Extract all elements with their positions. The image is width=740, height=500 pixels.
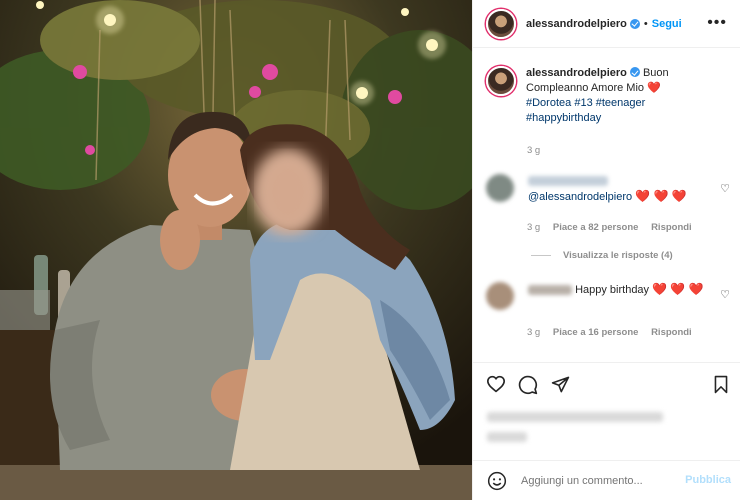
hashtag-13[interactable]: #13	[574, 97, 592, 109]
comment-mention[interactable]: @alessandrodelpiero	[528, 191, 632, 203]
post-header: alessandrodelpiero • Segui •••	[473, 0, 740, 48]
hearts-emoji: ❤️ ❤️ ❤️	[635, 189, 687, 203]
blurred-username[interactable]	[528, 285, 572, 296]
reply-button[interactable]: Rispondi	[651, 327, 692, 338]
blurred-likes-line	[487, 412, 663, 422]
comment-timestamp[interactable]: 3 g	[527, 222, 540, 233]
caption-timestamp[interactable]: 3 g	[527, 145, 540, 156]
emoji-smiley-icon[interactable]	[487, 471, 507, 491]
comment-bubble-icon[interactable]	[518, 375, 538, 395]
add-comment-bar: Pubblica	[473, 460, 740, 500]
commenter-avatar[interactable]	[486, 174, 514, 202]
like-comment-heart-icon[interactable]: ♡	[720, 288, 730, 301]
caption-text: alessandrodelpiero Buon Compleanno Amore…	[526, 66, 731, 126]
comment-item: Happy birthday ❤️ ❤️ ❤️	[486, 282, 731, 310]
action-bar	[473, 362, 740, 406]
caption-author[interactable]: alessandrodelpiero	[526, 67, 627, 79]
comment-message: Happy birthday	[575, 284, 650, 296]
post-sidebar: alessandrodelpiero • Segui ••• alessandr…	[472, 0, 740, 500]
red-heart-emoji: ❤️	[647, 82, 661, 94]
comment-input[interactable]	[521, 474, 681, 487]
reply-button[interactable]: Rispondi	[651, 222, 692, 233]
verified-badge-icon	[629, 18, 640, 29]
hashtag-teenager[interactable]: #teenager	[596, 97, 646, 109]
author-username[interactable]: alessandrodelpiero	[526, 18, 627, 30]
photo-illustration	[0, 0, 472, 500]
hashtag-happybirthday[interactable]: #happybirthday	[526, 112, 601, 124]
comment-timestamp[interactable]: 3 g	[527, 327, 540, 338]
like-heart-icon[interactable]	[486, 375, 506, 393]
blurred-username[interactable]	[528, 176, 608, 187]
caption-avatar[interactable]	[486, 66, 516, 96]
comment-text: @alessandrodelpiero ❤️ ❤️ ❤️	[528, 174, 687, 205]
comment-meta: 3 g Piace a 82 persone Rispondi	[527, 222, 702, 233]
separator-dot: •	[643, 17, 648, 30]
comment-meta: 3 g Piace a 16 persone Rispondi	[527, 327, 702, 338]
publish-button[interactable]: Pubblica	[685, 474, 731, 486]
view-replies-button[interactable]: Visualizza le risposte (4)	[531, 250, 673, 261]
more-options-icon[interactable]: •••	[707, 14, 727, 32]
follow-button[interactable]: Segui	[652, 18, 682, 30]
blurred-date-line	[487, 432, 527, 442]
comment-text: Happy birthday ❤️ ❤️ ❤️	[528, 282, 704, 310]
post-photo[interactable]	[0, 0, 472, 500]
author-avatar[interactable]	[486, 8, 516, 39]
like-comment-heart-icon[interactable]: ♡	[720, 182, 730, 195]
post-caption: alessandrodelpiero Buon Compleanno Amore…	[486, 66, 731, 126]
save-bookmark-icon[interactable]	[713, 375, 729, 394]
commenter-avatar[interactable]	[486, 282, 514, 310]
comment-likes[interactable]: Piace a 16 persone	[553, 327, 639, 338]
comment-likes[interactable]: Piace a 82 persone	[553, 222, 639, 233]
comment-item: @alessandrodelpiero ❤️ ❤️ ❤️	[486, 174, 731, 205]
share-paper-plane-icon[interactable]	[551, 375, 570, 394]
verified-badge-icon	[629, 67, 640, 77]
hearts-emoji: ❤️ ❤️ ❤️	[652, 282, 704, 296]
replies-divider-line	[531, 255, 551, 256]
hashtag-dorotea[interactable]: #Dorotea	[526, 97, 571, 109]
view-replies-label: Visualizza le risposte (4)	[563, 250, 673, 261]
